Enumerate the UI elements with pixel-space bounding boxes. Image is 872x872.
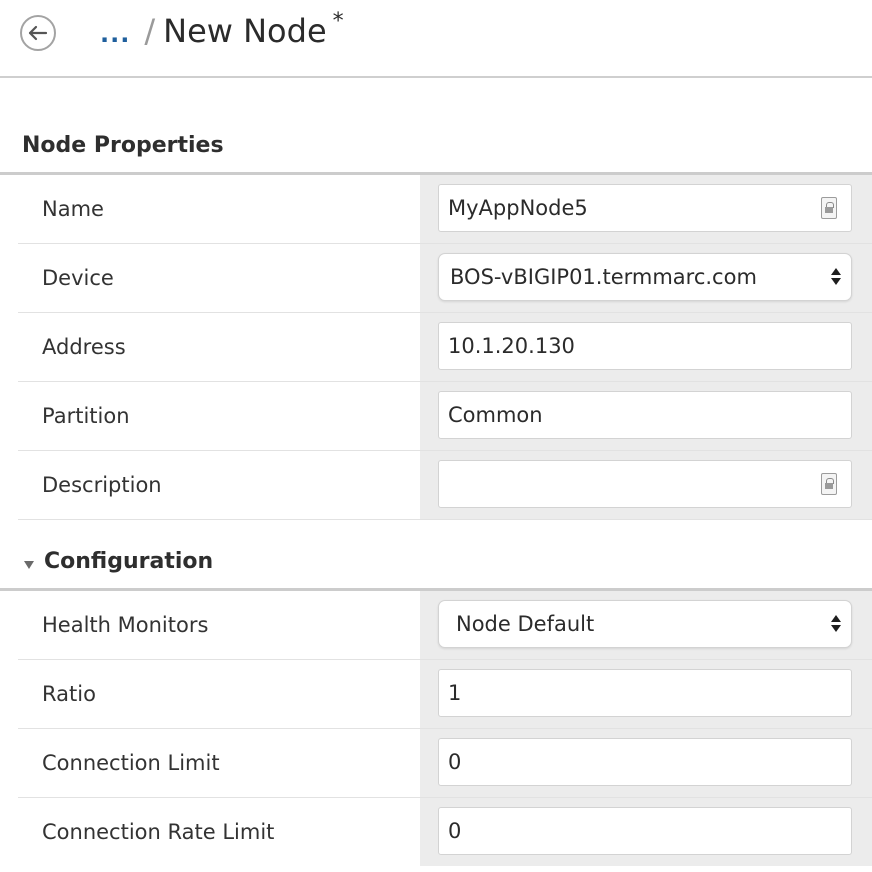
connection-rate-limit-label: Connection Rate Limit [18,798,420,866]
back-arrow-icon [28,25,48,41]
caret-down-icon[interactable] [24,561,34,569]
device-select-value: BOS-vBIGIP01.termmarc.com [450,265,757,289]
health-monitors-select[interactable]: Node Default [438,600,852,648]
configuration-heading-text[interactable]: Configuration [44,549,213,574]
ratio-input[interactable]: 1 [438,669,852,717]
description-input[interactable] [438,460,852,508]
connection-rate-limit-input-value: 0 [448,819,462,843]
partition-label: Partition [18,382,420,450]
select-arrows-icon [831,267,841,287]
name-label: Name [18,175,420,243]
form-row-address: Address 10.1.20.130 [18,313,872,382]
description-value-cell [420,451,872,519]
partition-input[interactable]: Common [438,391,852,439]
unsaved-marker: * [332,8,344,34]
address-input-value: 10.1.20.130 [448,334,575,358]
connection-limit-input[interactable]: 0 [438,738,852,786]
page-title: New Node [163,12,327,50]
form-row-partition: Partition Common [18,382,872,451]
form-row-description: Description [18,451,872,520]
form-row-ratio: Ratio 1 [18,660,872,729]
health-monitors-label: Health Monitors [18,591,420,659]
device-value-cell: BOS-vBIGIP01.termmarc.com [420,244,872,312]
ratio-label: Ratio [18,660,420,728]
name-input-value: MyAppNode5 [448,196,588,220]
connection-limit-input-value: 0 [448,750,462,774]
text-lock-icon[interactable] [821,197,837,219]
breadcrumb: ... / New Node * [100,8,344,51]
address-label: Address [18,313,420,381]
address-value-cell: 10.1.20.130 [420,313,872,381]
form-row-device: Device BOS-vBIGIP01.termmarc.com [18,244,872,313]
node-properties-heading: Node Properties [0,78,872,175]
health-monitors-select-value: Node Default [456,612,595,636]
connection-rate-limit-input[interactable]: 0 [438,807,852,855]
name-value-cell: MyAppNode5 [420,175,872,243]
breadcrumb-ellipsis-link[interactable]: ... [100,20,130,48]
ratio-input-value: 1 [448,681,462,705]
configuration-heading[interactable]: Configuration [0,520,872,591]
form-row-health-monitors: Health Monitors Node Default [18,591,872,660]
breadcrumb-separator: / [144,12,156,50]
connection-limit-label: Connection Limit [18,729,420,797]
connection-rate-limit-value-cell: 0 [420,798,872,866]
address-input[interactable]: 10.1.20.130 [438,322,852,370]
partition-input-value: Common [448,403,543,427]
text-lock-icon[interactable] [821,473,837,495]
page-header: ... / New Node * [0,0,872,78]
form-row-name: Name MyAppNode5 [18,175,872,244]
form-row-connection-limit: Connection Limit 0 [18,729,872,798]
device-label: Device [18,244,420,312]
select-arrows-icon [831,614,841,634]
back-button[interactable] [20,15,56,51]
new-node-page: ... / New Node * Node Properties Name My… [0,0,872,872]
partition-value-cell: Common [420,382,872,450]
ratio-value-cell: 1 [420,660,872,728]
node-properties-heading-text: Node Properties [22,133,224,158]
connection-limit-value-cell: 0 [420,729,872,797]
health-monitors-value-cell: Node Default [420,591,872,659]
form-row-connection-rate-limit: Connection Rate Limit 0 [18,798,872,867]
name-input[interactable]: MyAppNode5 [438,184,852,232]
description-label: Description [18,451,420,519]
device-select[interactable]: BOS-vBIGIP01.termmarc.com [438,253,852,301]
